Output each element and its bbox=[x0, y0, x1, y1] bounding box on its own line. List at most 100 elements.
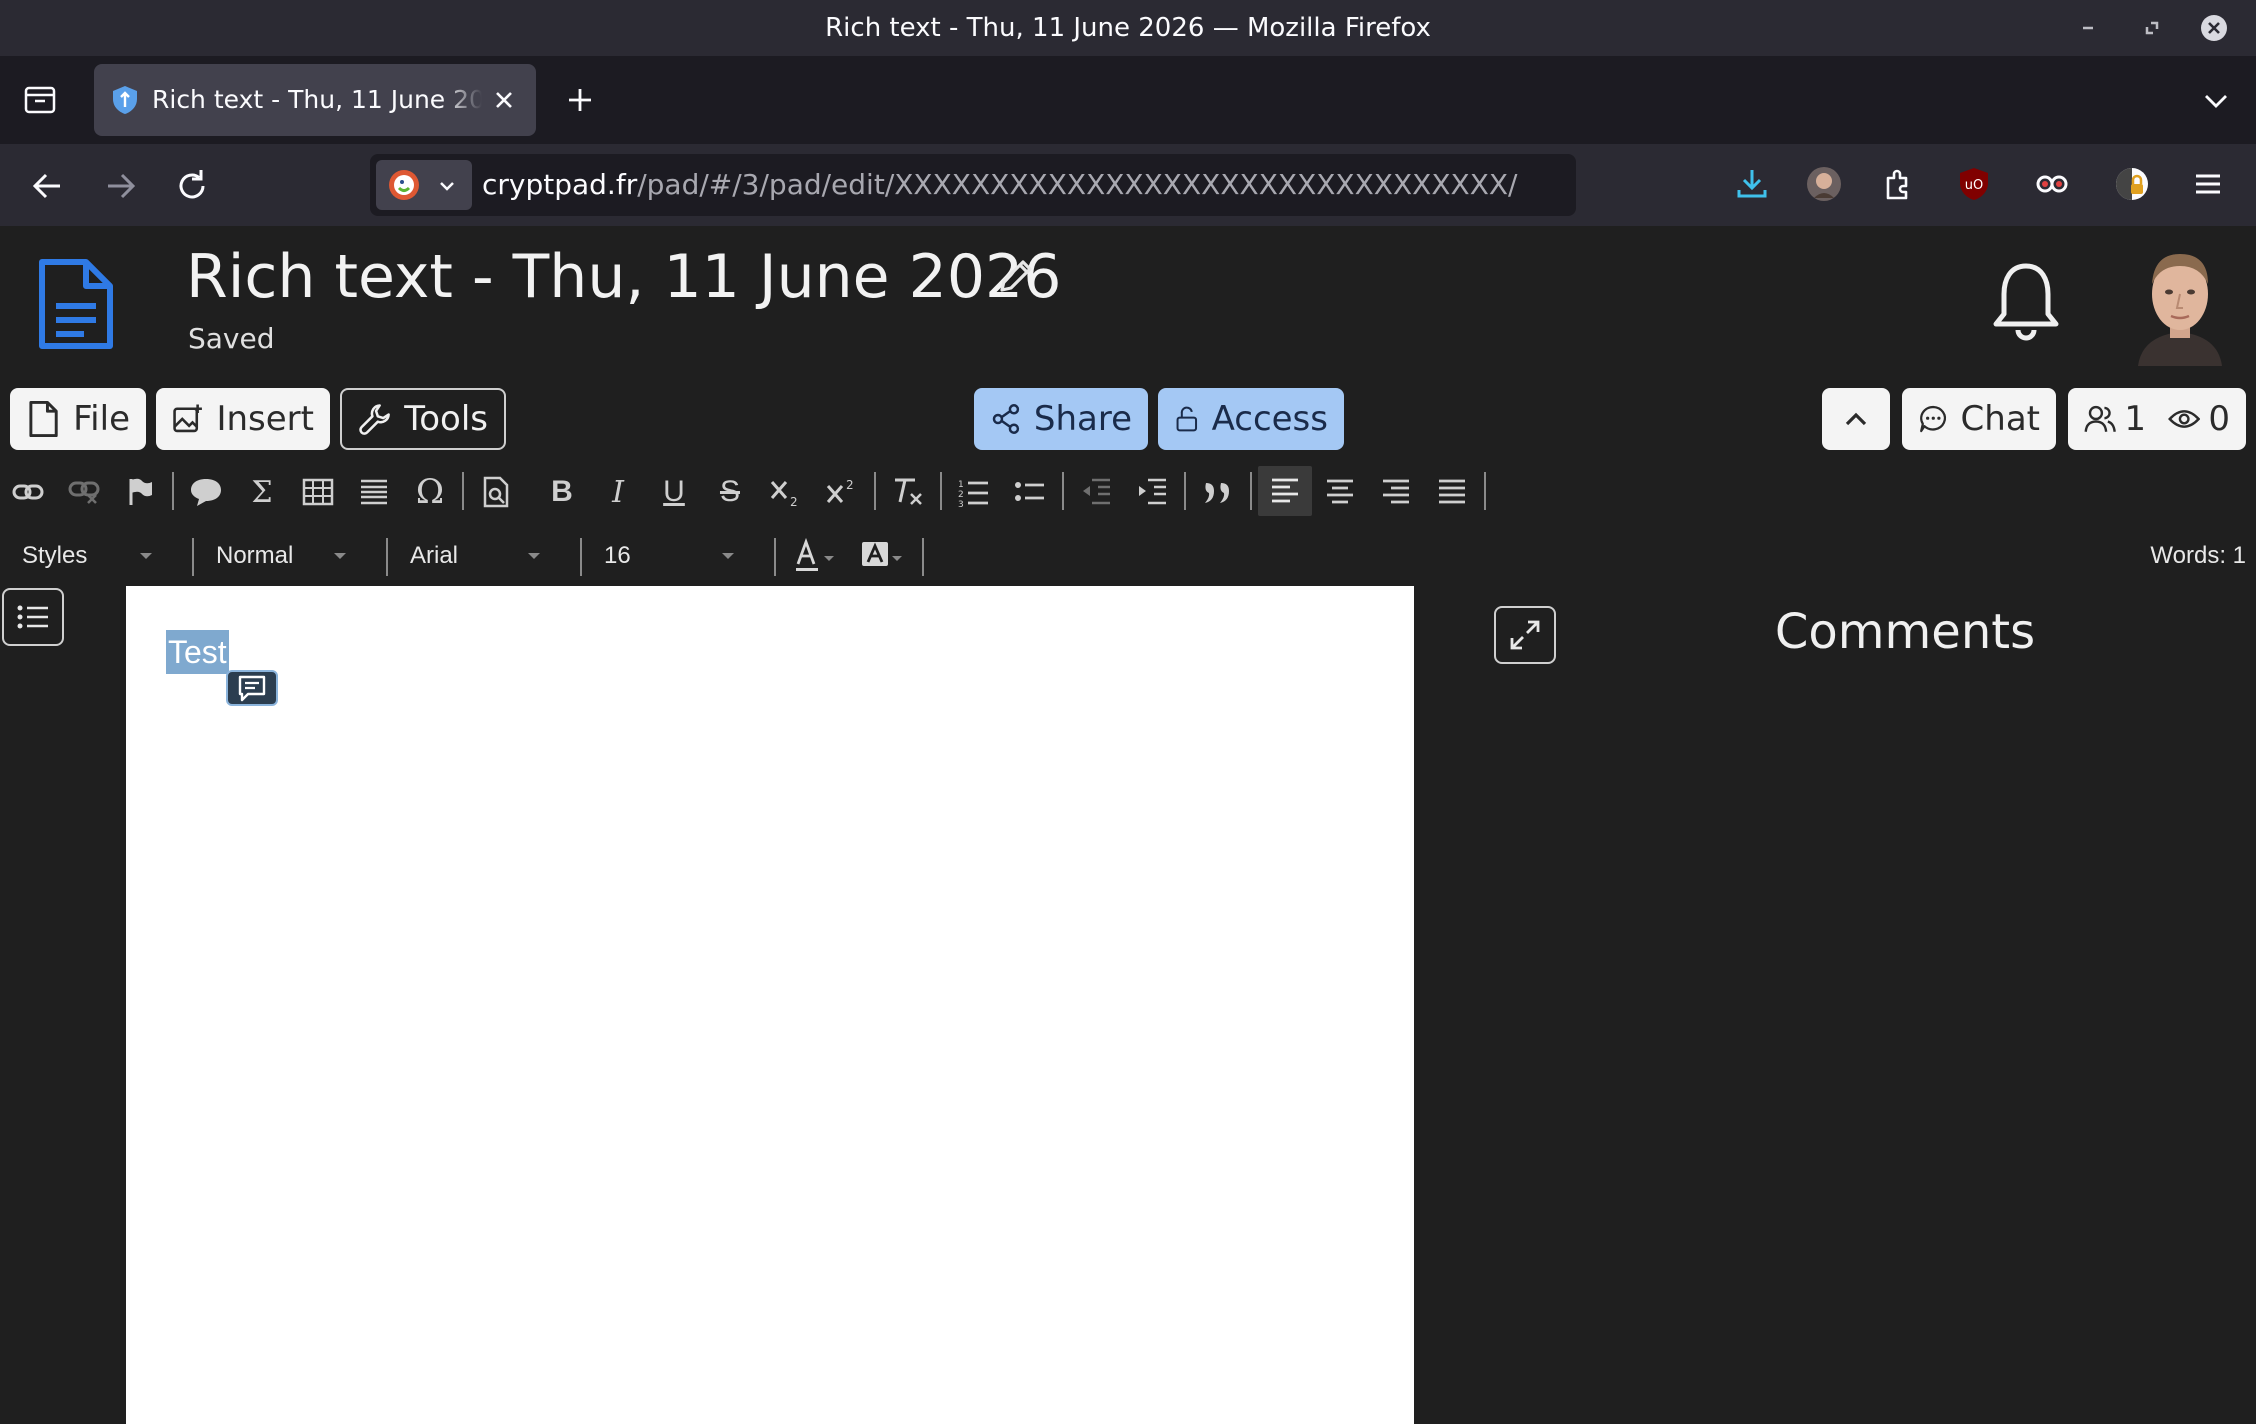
format-toolbar: Σ Ω B I U S 2 2 123 bbox=[0, 462, 2256, 520]
svg-text:1: 1 bbox=[958, 480, 964, 490]
file-button[interactable]: File bbox=[10, 388, 146, 450]
svg-text:2: 2 bbox=[790, 495, 798, 507]
list-outline-icon bbox=[17, 605, 48, 629]
svg-text:2: 2 bbox=[846, 478, 854, 492]
strikethrough-icon[interactable]: S bbox=[708, 470, 752, 514]
comment-add-icon bbox=[238, 675, 266, 702]
sigma-icon[interactable]: Σ bbox=[240, 470, 284, 514]
outline-toggle-button[interactable] bbox=[2, 588, 64, 646]
tools-button[interactable]: Tools bbox=[340, 388, 506, 450]
text-color-icon bbox=[796, 538, 834, 571]
text-color-button[interactable] bbox=[790, 526, 840, 586]
decrease-indent-icon[interactable] bbox=[1074, 470, 1118, 514]
expand-icon bbox=[1510, 620, 1540, 650]
styles-combo[interactable]: Styles bbox=[22, 526, 158, 586]
align-right-icon[interactable] bbox=[1374, 470, 1418, 514]
justify-icon[interactable] bbox=[1430, 470, 1474, 514]
document-page[interactable]: Test bbox=[126, 586, 1414, 1424]
bulleted-list-icon[interactable] bbox=[1008, 470, 1052, 514]
list-all-tabs-icon[interactable] bbox=[2196, 80, 2236, 120]
bold-icon[interactable]: B bbox=[540, 470, 584, 514]
extension-lock-icon[interactable] bbox=[2112, 164, 2152, 204]
blockquote-icon[interactable] bbox=[1196, 470, 1240, 514]
numbered-list-icon[interactable]: 123 bbox=[952, 470, 996, 514]
access-button[interactable]: Access bbox=[1158, 388, 1344, 450]
toolbar-separator bbox=[462, 472, 464, 510]
comment-icon[interactable] bbox=[184, 470, 228, 514]
eye-icon bbox=[2168, 410, 2201, 428]
new-tab-icon[interactable] bbox=[560, 80, 600, 120]
svg-text:2: 2 bbox=[958, 490, 964, 500]
subscript-icon[interactable]: 2 bbox=[764, 470, 808, 514]
add-comment-button[interactable] bbox=[226, 670, 278, 706]
preview-icon[interactable] bbox=[474, 470, 518, 514]
anchor-flag-icon[interactable] bbox=[118, 470, 162, 514]
tab-title: Rich text - Thu, 11 June 2026 bbox=[152, 85, 482, 114]
wrench-icon bbox=[359, 404, 390, 435]
forward-icon[interactable] bbox=[98, 164, 142, 208]
downloads-icon[interactable] bbox=[1732, 164, 1772, 204]
hamburger-menu-icon[interactable] bbox=[2188, 164, 2228, 204]
duckduckgo-icon bbox=[388, 169, 420, 201]
reload-icon[interactable] bbox=[170, 164, 214, 208]
url-bar[interactable]: cryptpad.fr/pad/#/3/pad/edit/XXXXXXXXXXX… bbox=[370, 154, 1576, 216]
chat-button-label: Chat bbox=[1960, 399, 2040, 439]
svg-text:3: 3 bbox=[958, 500, 964, 507]
document-title[interactable]: Rich text - Thu, 11 June 2026 bbox=[186, 242, 1061, 312]
restore-icon[interactable] bbox=[2138, 14, 2166, 42]
users-viewers-button[interactable]: 1 0 bbox=[2068, 388, 2246, 450]
expand-comments-button[interactable] bbox=[1494, 606, 1556, 664]
notifications-bell-icon[interactable] bbox=[1988, 258, 2064, 346]
special-character-icon[interactable]: Ω bbox=[408, 470, 452, 514]
window-title: Rich text - Thu, 11 June 2026 — Mozilla … bbox=[825, 13, 1431, 43]
save-status: Saved bbox=[188, 322, 275, 355]
site-identity-button[interactable] bbox=[376, 160, 472, 210]
chevron-down-icon bbox=[334, 553, 346, 559]
italic-icon[interactable]: I bbox=[596, 470, 640, 514]
underline-icon[interactable]: U bbox=[652, 470, 696, 514]
insert-button[interactable]: Insert bbox=[156, 388, 330, 450]
increase-indent-icon[interactable] bbox=[1130, 470, 1174, 514]
minimize-icon[interactable] bbox=[2074, 14, 2102, 42]
chat-button[interactable]: Chat bbox=[1902, 388, 2056, 450]
toolbar-separator bbox=[774, 538, 776, 576]
horizontal-rule-icon[interactable] bbox=[352, 470, 396, 514]
font-size-combo[interactable]: 16 bbox=[604, 526, 740, 586]
pencil-icon[interactable] bbox=[992, 252, 1040, 300]
remove-format-icon[interactable] bbox=[886, 470, 930, 514]
font-combo[interactable]: Arial bbox=[410, 526, 546, 586]
style-toolbar: Styles Normal Arial 16 Words: 1 bbox=[0, 526, 2256, 586]
toolbar-separator bbox=[172, 472, 174, 510]
close-tab-icon[interactable] bbox=[490, 86, 518, 114]
close-window-icon[interactable] bbox=[2200, 14, 2228, 42]
share-button[interactable]: Share bbox=[974, 388, 1148, 450]
align-left-icon[interactable] bbox=[1258, 466, 1312, 516]
url-text[interactable]: cryptpad.fr/pad/#/3/pad/edit/XXXXXXXXXXX… bbox=[482, 154, 1518, 216]
url-path: /pad/#/3/pad/edit/XXXXXXXXXXXXXXXXXXXXXX… bbox=[637, 168, 1518, 201]
align-center-icon[interactable] bbox=[1318, 470, 1362, 514]
format-combo[interactable]: Normal bbox=[216, 526, 352, 586]
link-icon[interactable] bbox=[6, 470, 50, 514]
account-avatar-icon[interactable] bbox=[1804, 164, 1844, 204]
ublock-origin-icon[interactable]: uO bbox=[1954, 164, 1994, 204]
word-count: Words: 1 bbox=[2150, 542, 2246, 569]
svg-text:uO: uO bbox=[1965, 178, 1983, 193]
browser-tab[interactable]: Rich text - Thu, 11 June 2026 bbox=[94, 64, 536, 136]
superscript-icon[interactable]: 2 bbox=[820, 470, 864, 514]
user-avatar[interactable] bbox=[2130, 236, 2230, 366]
access-button-label: Access bbox=[1211, 399, 1328, 439]
back-icon[interactable] bbox=[26, 164, 70, 208]
format-combo-value: Normal bbox=[216, 542, 294, 569]
extensions-icon[interactable] bbox=[1878, 164, 1918, 204]
document-app-icon[interactable] bbox=[36, 256, 116, 352]
selected-text[interactable]: Test bbox=[166, 630, 229, 674]
url-host: cryptpad.fr bbox=[482, 168, 638, 201]
table-icon[interactable] bbox=[296, 470, 340, 514]
privacy-badger-icon[interactable] bbox=[2032, 164, 2072, 204]
collapse-toolbar-button[interactable] bbox=[1822, 388, 1890, 450]
tab-overview-icon[interactable] bbox=[20, 80, 60, 120]
background-color-button[interactable] bbox=[858, 526, 908, 586]
share-button-label: Share bbox=[1033, 399, 1132, 439]
toolbar-separator bbox=[192, 538, 194, 576]
unlink-icon[interactable] bbox=[62, 470, 106, 514]
